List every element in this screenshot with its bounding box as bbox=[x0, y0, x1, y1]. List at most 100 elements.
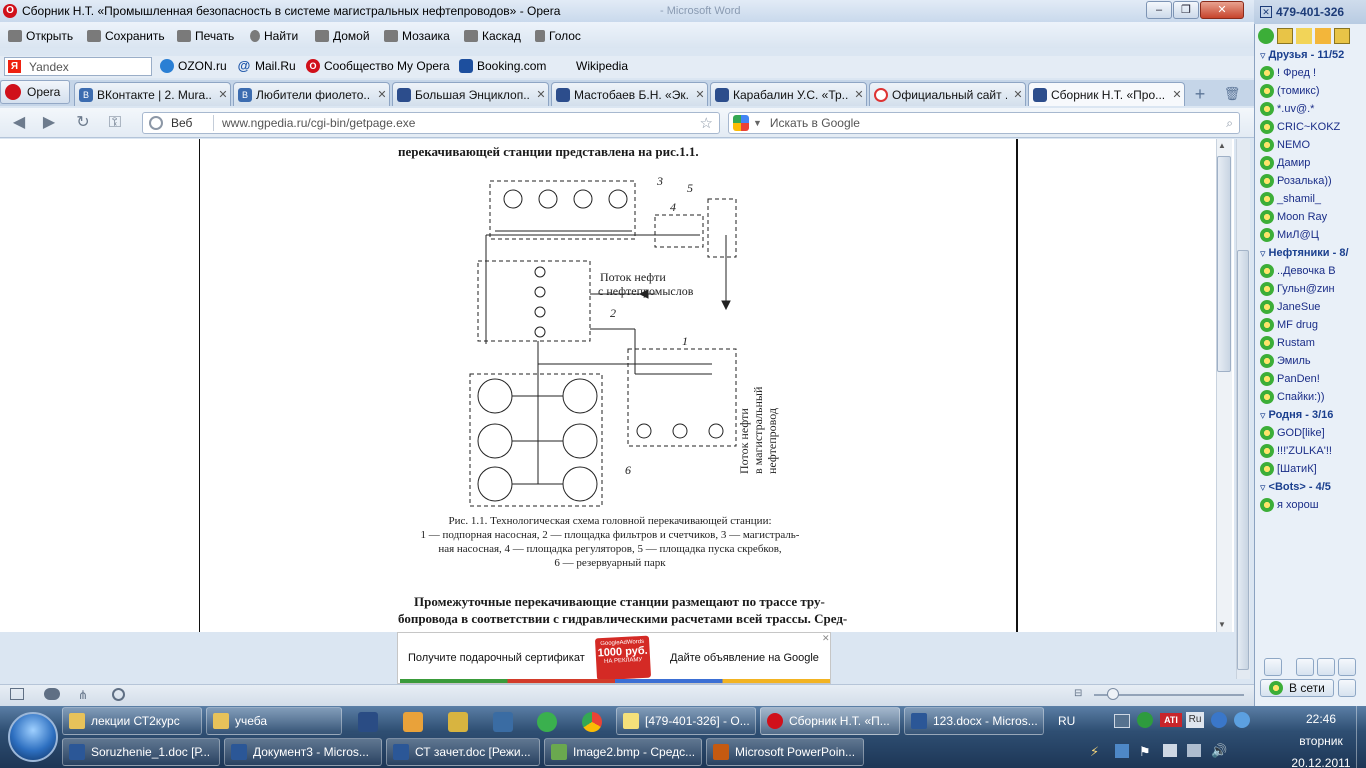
contact-item[interactable]: Rustam bbox=[1260, 334, 1364, 352]
contact-group[interactable]: ▿ Друзья - 11/52 bbox=[1260, 46, 1364, 64]
tab-close-icon[interactable]: ✕ bbox=[1170, 88, 1184, 101]
contact-item[interactable]: PanDen! bbox=[1260, 370, 1364, 388]
group-toggle-icon[interactable]: ▿ bbox=[1260, 409, 1266, 422]
share-icon[interactable]: ⋔ bbox=[78, 688, 88, 702]
contact-item[interactable]: !!!'ZULKA'!! bbox=[1260, 442, 1364, 460]
menu-print[interactable]: Печать bbox=[177, 29, 234, 43]
tab-close-icon[interactable]: ✕ bbox=[693, 88, 707, 101]
flower-tray-icon[interactable] bbox=[1137, 712, 1153, 728]
tab-close-icon[interactable]: ✕ bbox=[216, 88, 230, 101]
chrome-icon[interactable] bbox=[582, 712, 602, 732]
tab-close-icon[interactable]: ✕ bbox=[1011, 88, 1025, 101]
tab-official-site[interactable]: Официальный сайт ... ✕ bbox=[869, 82, 1026, 106]
google-ad-banner[interactable]: Получите подарочный сертификат GoogleAdW… bbox=[397, 632, 831, 684]
title-bar[interactable]: O Сборник Н.Т. «Промышленная безопасност… bbox=[0, 0, 1254, 22]
qip-status-selector[interactable]: В сети bbox=[1260, 679, 1334, 697]
task-word-soruzhenie[interactable]: Soruzhenie_1.doc [Р... bbox=[62, 738, 220, 766]
task-paint-image2[interactable]: Image2.bmp - Средс... bbox=[544, 738, 702, 766]
contact-item[interactable]: JaneSue bbox=[1260, 298, 1364, 316]
reload-button[interactable]: ↻ bbox=[72, 113, 94, 133]
photoshop-icon[interactable] bbox=[358, 712, 378, 732]
contact-item[interactable]: я хорош bbox=[1260, 496, 1364, 514]
network-tray-icon[interactable] bbox=[1211, 712, 1227, 728]
bookmark-mailru[interactable]: @ Mail.Ru bbox=[237, 59, 296, 74]
group-toggle-icon[interactable]: ▿ bbox=[1260, 481, 1266, 494]
usb-icon[interactable]: ⚡ bbox=[1090, 744, 1099, 760]
contact-item[interactable]: ! Фред ! bbox=[1260, 64, 1364, 82]
system-clock[interactable]: 22:46 вторник 20.12.2011 bbox=[1276, 710, 1366, 768]
tab-close-icon[interactable]: ✕ bbox=[375, 88, 389, 101]
qip-menu-button[interactable] bbox=[1264, 658, 1282, 676]
task-word-st-zachet[interactable]: СТ зачет.doc [Режи... bbox=[386, 738, 540, 766]
qip-search-button[interactable] bbox=[1296, 658, 1314, 676]
close-icon[interactable]: ✕ bbox=[1260, 6, 1272, 18]
forward-button[interactable]: ▶ bbox=[38, 113, 60, 133]
contact-item[interactable]: (томикс) bbox=[1260, 82, 1364, 100]
zoom-out-icon[interactable]: ⊟ bbox=[1074, 688, 1082, 699]
trash-icon[interactable]: 🗑 bbox=[1222, 84, 1242, 104]
contact-item[interactable]: Розалька)) bbox=[1260, 172, 1364, 190]
new-tab-button[interactable]: + bbox=[1190, 84, 1210, 104]
cloud-icon[interactable] bbox=[44, 688, 60, 700]
close-button[interactable]: ✕ bbox=[1200, 1, 1244, 19]
contact-item[interactable]: Гульн@zин bbox=[1260, 280, 1364, 298]
tab-close-icon[interactable]: ✕ bbox=[852, 88, 866, 101]
task-folder-lectures[interactable]: лекции СТ2курс bbox=[62, 707, 202, 735]
chevron-down-icon[interactable]: ▼ bbox=[753, 118, 762, 128]
opera-menu-button[interactable]: Opera bbox=[0, 80, 70, 104]
task-powerpoint[interactable]: Microsoft PowerPoin... bbox=[706, 738, 864, 766]
ad-close-icon[interactable]: ✕ bbox=[822, 633, 830, 644]
bookmark-star-icon[interactable]: ☆ bbox=[700, 114, 713, 132]
contact-item[interactable]: _shamil_ bbox=[1260, 190, 1364, 208]
contact-item[interactable]: CRIC~KOKZ bbox=[1260, 118, 1364, 136]
menu-voice[interactable]: Голос bbox=[535, 29, 581, 43]
contact-item[interactable]: MF drug bbox=[1260, 316, 1364, 334]
key-icon[interactable]: ⚿ bbox=[104, 113, 126, 133]
maximize-button[interactable]: ❐ bbox=[1173, 1, 1199, 19]
contact-item[interactable]: МиЛ@Ц bbox=[1260, 226, 1364, 244]
bookmark-wikipedia[interactable]: Wikipedia bbox=[576, 59, 628, 73]
task-folder-study[interactable]: учеба bbox=[206, 707, 342, 735]
qip-settings-button[interactable] bbox=[1338, 658, 1356, 676]
tab-lovers[interactable]: B Любители фиолето... ✕ bbox=[233, 82, 390, 106]
contact-item[interactable]: Дамир bbox=[1260, 154, 1364, 172]
menu-home[interactable]: Домой bbox=[315, 29, 370, 43]
qip-title-bar[interactable]: ✕ 479-401-326 bbox=[1254, 0, 1366, 24]
menu-open[interactable]: Открыть bbox=[8, 29, 73, 43]
search-field[interactable]: ▼ Искать в Google ⌕ bbox=[728, 112, 1240, 134]
volume-icon[interactable]: 🔊 bbox=[1211, 743, 1227, 759]
status-icon[interactable] bbox=[1258, 28, 1274, 44]
yandex-search-field[interactable]: Я Yandex bbox=[4, 57, 152, 76]
task-qip-chat[interactable]: [479-401-326] - О... bbox=[616, 707, 756, 735]
help-tray-icon[interactable] bbox=[1115, 744, 1129, 758]
contact-item[interactable]: Moon Ray bbox=[1260, 208, 1364, 226]
monitor-icon[interactable] bbox=[1114, 714, 1130, 728]
bookmark-booking[interactable]: Booking.com bbox=[459, 59, 546, 73]
menu-save[interactable]: Сохранить bbox=[87, 29, 165, 43]
contact-item[interactable]: GOD[like] bbox=[1260, 424, 1364, 442]
flag-icon[interactable]: ⚑ bbox=[1139, 744, 1151, 760]
contact-item[interactable]: *.uv@.* bbox=[1260, 100, 1364, 118]
smile-icon[interactable] bbox=[1315, 28, 1331, 44]
url-field[interactable]: Веб www.ngpedia.ru/cgi-bin/getpage.exe ☆ bbox=[142, 112, 720, 134]
speed-dial-icon[interactable] bbox=[112, 688, 125, 701]
contact-item[interactable]: Эмиль bbox=[1260, 352, 1364, 370]
start-button[interactable] bbox=[8, 712, 58, 762]
display-tray-icon[interactable] bbox=[1163, 744, 1177, 757]
contact-item[interactable]: [ШатиК] bbox=[1260, 460, 1364, 478]
page-scrollbar-thumb[interactable] bbox=[1217, 156, 1231, 372]
bookmark-my-opera[interactable]: O Сообщество My Opera bbox=[306, 59, 450, 73]
zoom-slider-handle[interactable] bbox=[1107, 688, 1119, 700]
contact-group[interactable]: ▿ Родня - 3/16 bbox=[1260, 406, 1364, 424]
panel-toggle-icon[interactable] bbox=[10, 688, 24, 700]
contact-group[interactable]: ▿ Нефтяники - 8/ bbox=[1260, 244, 1364, 262]
menu-find[interactable]: Найти bbox=[250, 29, 298, 43]
scroll-up-icon[interactable]: ▲ bbox=[1218, 141, 1226, 150]
qip-eye-button[interactable] bbox=[1338, 679, 1356, 697]
h-icon[interactable] bbox=[1334, 28, 1350, 44]
utorrent-icon[interactable] bbox=[537, 712, 557, 732]
back-button[interactable]: ◀ bbox=[8, 113, 30, 133]
ati-icon[interactable]: ATI bbox=[1160, 713, 1182, 727]
window-scrollbar-thumb[interactable] bbox=[1237, 250, 1249, 670]
contact-item[interactable]: ..Девочка В bbox=[1260, 262, 1364, 280]
